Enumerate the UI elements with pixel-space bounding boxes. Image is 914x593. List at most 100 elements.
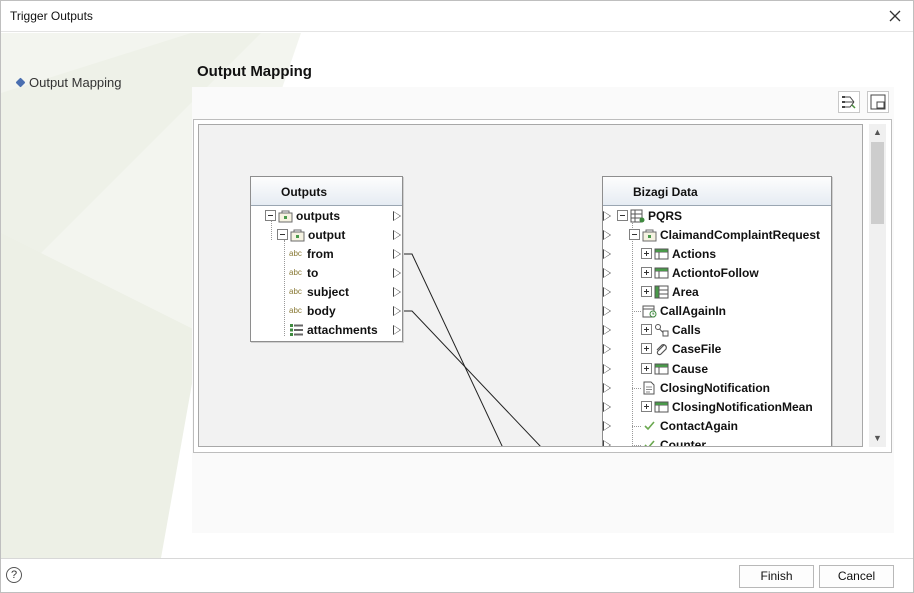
check-icon [642, 419, 657, 433]
target-row-label: ClaimandComplaintRequest [660, 227, 821, 242]
input-port-icon[interactable] [603, 287, 611, 297]
mapping-line-body [403, 310, 541, 446]
table-icon [654, 362, 669, 376]
mapping-line-from [403, 253, 503, 446]
table-icon [654, 285, 669, 299]
bullet-icon [15, 77, 26, 88]
target-row-counter[interactable]: Counter [642, 435, 706, 446]
collapse-icon[interactable] [617, 210, 628, 221]
target-row-closingnotification[interactable]: ClosingNotification [642, 378, 770, 397]
source-row-label: body [307, 303, 336, 318]
table-icon [654, 400, 669, 414]
target-row-actiontofollow[interactable]: ActiontoFollow [641, 263, 759, 282]
source-row-body[interactable]: abc body [289, 301, 336, 320]
input-port-icon[interactable] [603, 344, 611, 354]
input-port-icon[interactable] [603, 402, 611, 412]
vertical-scrollbar[interactable]: ▲ ▼ [869, 124, 886, 447]
output-port-icon[interactable] [393, 230, 401, 240]
source-row-to[interactable]: abc to [289, 263, 318, 282]
input-port-icon[interactable] [603, 383, 611, 393]
source-row-subject[interactable]: abc subject [289, 282, 349, 301]
fit-view-button[interactable] [867, 91, 889, 113]
dialog-window: Trigger Outputs Output Mapping Output Ma… [0, 0, 914, 593]
source-row-attachments[interactable]: attachments [289, 320, 378, 339]
entity-table-icon [630, 209, 645, 223]
source-row-label: to [307, 265, 319, 280]
target-row-actions[interactable]: Actions [641, 244, 716, 263]
expand-icon[interactable] [641, 267, 652, 278]
table-icon [654, 266, 669, 280]
abc-icon: abc [289, 306, 302, 315]
expand-icon[interactable] [641, 343, 652, 354]
container-icon [278, 209, 293, 223]
target-row-claimandcomplaintrequest[interactable]: ClaimandComplaintRequest [629, 225, 820, 244]
container-icon [290, 228, 305, 242]
target-row-label: Calls [672, 322, 701, 337]
input-port-icon[interactable] [603, 306, 611, 316]
container-icon [642, 228, 657, 242]
scroll-thumb[interactable] [871, 142, 884, 224]
source-row-from[interactable]: abc from [289, 244, 334, 263]
input-port-icon[interactable] [603, 325, 611, 335]
target-row-label: Cause [672, 361, 709, 376]
target-row-cause[interactable]: Cause [641, 359, 708, 378]
target-row-pqrs[interactable]: PQRS [617, 206, 682, 225]
target-row-contactagain[interactable]: ContactAgain [642, 416, 738, 435]
target-node-title: Bizagi Data [603, 177, 831, 206]
abc-icon: abc [289, 249, 302, 258]
mapping-canvas[interactable]: Outputs outputs output abc from abc to a… [198, 124, 863, 447]
abc-icon: abc [289, 268, 302, 277]
output-port-icon[interactable] [393, 249, 401, 259]
target-row-area[interactable]: Area [641, 282, 699, 301]
input-port-icon[interactable] [603, 421, 611, 431]
window-title: Trigger Outputs [10, 9, 93, 23]
relation-icon [654, 323, 669, 337]
target-row-calls[interactable]: Calls [641, 320, 701, 339]
input-port-icon[interactable] [603, 364, 611, 374]
target-row-casefile[interactable]: CaseFile [641, 339, 721, 358]
output-port-icon[interactable] [393, 211, 401, 221]
target-row-label: CallAgainIn [660, 303, 727, 318]
target-row-label: ClosingNotification [660, 380, 770, 395]
source-row-outputs[interactable]: outputs [265, 206, 340, 225]
output-port-icon[interactable] [393, 287, 401, 297]
output-port-icon[interactable] [393, 268, 401, 278]
target-row-closingnotificationmean[interactable]: ClosingNotificationMean [641, 397, 813, 416]
output-port-icon[interactable] [393, 306, 401, 316]
input-port-icon[interactable] [603, 440, 611, 446]
source-row-label: subject [307, 284, 350, 299]
expand-icon[interactable] [641, 248, 652, 259]
expand-icon[interactable] [641, 324, 652, 335]
expand-icon[interactable] [641, 286, 652, 297]
abc-icon: abc [289, 287, 302, 296]
input-port-icon[interactable] [603, 249, 611, 259]
scroll-down-icon[interactable]: ▼ [869, 430, 886, 447]
tree-guide [632, 388, 641, 389]
collapse-icon[interactable] [265, 210, 276, 221]
fit-view-icon [870, 94, 886, 110]
nav-list: Output Mapping [15, 75, 122, 90]
input-port-icon[interactable] [603, 230, 611, 240]
nav-item-output-mapping[interactable]: Output Mapping [29, 75, 122, 90]
target-row-label: Actions [672, 246, 717, 261]
close-icon[interactable] [883, 4, 907, 28]
help-icon[interactable]: ? [6, 567, 22, 583]
input-port-icon[interactable] [603, 211, 611, 221]
expand-icon[interactable] [641, 363, 652, 374]
cancel-button[interactable]: Cancel [819, 565, 894, 588]
list-icon [289, 323, 304, 337]
target-row-label: ClosingNotificationMean [672, 399, 813, 414]
target-row-label: CaseFile [672, 341, 722, 356]
page-title: Output Mapping [197, 63, 312, 80]
scroll-up-icon[interactable]: ▲ [869, 124, 886, 141]
expand-icon[interactable] [641, 401, 652, 412]
collapse-icon[interactable] [277, 229, 288, 240]
source-row-output[interactable]: output [277, 225, 345, 244]
output-port-icon[interactable] [393, 325, 401, 335]
target-row-callagainin[interactable]: CallAgainIn [642, 301, 726, 320]
input-port-icon[interactable] [603, 268, 611, 278]
finish-button[interactable]: Finish [739, 565, 814, 588]
auto-map-button[interactable] [838, 91, 860, 113]
calendar-icon [642, 304, 657, 318]
collapse-icon[interactable] [629, 229, 640, 240]
